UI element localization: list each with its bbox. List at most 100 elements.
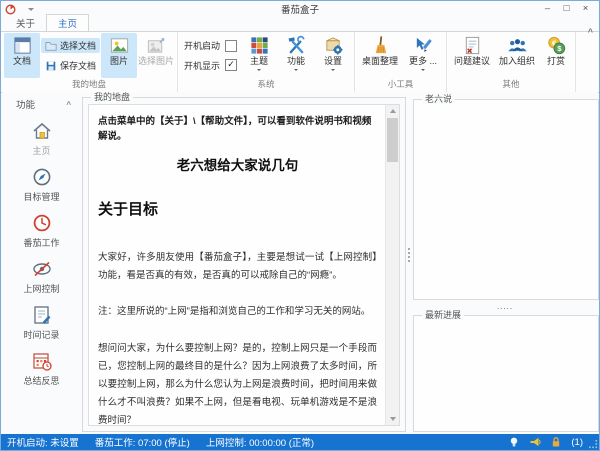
status-bar: 开机启动: 未设置 番茄工作: 07:00 (停止) 上网控制: 00:00:0…	[1, 434, 599, 450]
people-group-icon	[507, 35, 528, 56]
paragraph: 想问问大家，为什么要控制上网？是的，控制上网只是一个手段而已，您控制上网的最终目…	[98, 340, 377, 425]
document-view[interactable]: 点击菜单中的【关于】\【帮助文件】，可以看到软件说明书和视频解说。 老六想给大家…	[88, 104, 400, 426]
work-area: 功能 ^ 主页 目标管理	[2, 92, 598, 434]
show-on-boot-row: 开机显示	[184, 59, 237, 72]
window-title: 番茄盒子	[1, 2, 599, 16]
home-icon	[31, 120, 53, 142]
ribbon-group-my-disk: 文档 选择文档 保存文档	[1, 32, 178, 92]
tab-home[interactable]: 主页	[46, 14, 89, 31]
select-document-button[interactable]: 选择文档	[41, 38, 100, 53]
feedback-doc-icon	[462, 35, 483, 56]
document-button[interactable]: 文档	[4, 33, 40, 78]
minimize-button[interactable]: –	[538, 2, 557, 16]
sidebar-item-pomodoro[interactable]: 番茄工作	[2, 207, 81, 253]
close-button[interactable]: ×	[576, 2, 595, 16]
megaphone-icon[interactable]	[529, 436, 541, 448]
broom-icon	[370, 35, 391, 56]
more-button[interactable]: 更多 ...	[403, 33, 443, 78]
theme-icon	[249, 35, 270, 56]
lightbulb-icon[interactable]	[508, 436, 520, 448]
section-heading: 关于目标	[98, 198, 377, 219]
resize-grip[interactable]	[589, 440, 598, 449]
lock-count: (1)	[571, 437, 583, 448]
help-hint-text: 点击菜单中的【关于】\【帮助文件】，可以看到软件说明书和视频解说。	[98, 114, 377, 144]
group-label-other: 其他	[450, 78, 572, 92]
document-content: 点击菜单中的【关于】\【帮助文件】，可以看到软件说明书和视频解说。 老六想给大家…	[89, 105, 386, 425]
sidebar-item-review[interactable]: 总结反思	[2, 345, 81, 391]
status-icons: (1)	[508, 436, 593, 448]
save-document-button[interactable]: 保存文档	[41, 58, 100, 73]
vertical-scrollbar[interactable]	[385, 105, 399, 425]
laoliu-panel-label: 老六说	[422, 94, 455, 104]
eye-slash-icon	[31, 258, 53, 280]
vertical-splitter[interactable]	[406, 242, 411, 268]
boot-checkboxes: 开机启动 开机显示	[181, 33, 240, 78]
paragraph: 注：这里所说的“上网”是指和浏览自己的工作和学习无关的网站。	[98, 303, 377, 321]
lock-icon[interactable]	[550, 436, 562, 448]
feedback-button[interactable]: 问题建议	[450, 33, 494, 78]
group-label-system: 系统	[181, 78, 351, 92]
sidebar-item-net-control[interactable]: 上网控制	[2, 253, 81, 299]
ribbon-group-system: 开机启动 开机显示 主题	[178, 32, 355, 92]
ribbon: 文档 选择文档 保存文档	[1, 31, 599, 93]
ribbon-tabs: 关于 主页 ^	[1, 17, 599, 31]
theme-dropdown-icon	[257, 69, 261, 73]
notes-pencil-icon	[31, 304, 53, 326]
select-image-icon	[146, 35, 167, 56]
function-button[interactable]: 功能	[278, 33, 314, 78]
tomato-clock-icon	[31, 212, 53, 234]
sidebar-header[interactable]: 功能 ^	[2, 92, 81, 115]
app-logo-icon	[5, 4, 16, 15]
sidebar-collapse-icon[interactable]: ^	[66, 100, 71, 109]
progress-panel-label: 最新进展	[422, 310, 464, 320]
show-on-boot-checkbox[interactable]	[225, 59, 237, 71]
doc-small-buttons: 选择文档 保存文档	[41, 33, 100, 78]
sidebar-item-goals[interactable]: 目标管理	[2, 161, 81, 207]
join-org-button[interactable]: 加入组织	[495, 33, 539, 78]
image-icon	[109, 35, 130, 56]
compass-icon	[31, 166, 53, 188]
settings-icon	[323, 35, 344, 56]
paragraph: 大家好，许多朋友使用【番茄盒子】，主要是想试一试【上网控制】功能，看是否真的有效…	[98, 249, 377, 285]
function-dropdown-icon	[294, 69, 298, 73]
folder-icon	[45, 40, 57, 52]
scroll-up-icon[interactable]	[386, 105, 399, 117]
image-button[interactable]: 图片	[101, 33, 137, 78]
status-net-control: 上网控制: 00:00:00 (正常)	[206, 435, 314, 449]
status-tomato-work: 番茄工作: 07:00 (停止)	[95, 435, 190, 449]
collapse-ribbon-icon[interactable]: ^	[588, 27, 593, 37]
scrollbar-thumb[interactable]	[387, 118, 398, 162]
more-dropdown-icon	[421, 69, 425, 73]
status-autostart: 开机启动: 未设置	[7, 435, 79, 449]
save-icon	[45, 60, 57, 72]
desktop-organize-button[interactable]: 桌面整理	[358, 33, 402, 78]
reward-button[interactable]: € $ 打赏	[540, 33, 572, 78]
document-icon	[12, 35, 33, 56]
tools-icon	[286, 35, 307, 56]
autostart-checkbox[interactable]	[225, 40, 237, 52]
progress-panel: 最新进展	[413, 315, 599, 432]
coins-icon: € $	[546, 35, 567, 56]
settings-button[interactable]: 设置	[315, 33, 351, 78]
document-title: 老六想给大家说几句	[98, 154, 377, 174]
select-image-button[interactable]: 选择图片	[138, 33, 174, 78]
title-bar: 番茄盒子 – □ ×	[1, 1, 599, 17]
tab-about[interactable]: 关于	[5, 15, 46, 31]
ribbon-group-tools: 桌面整理 更多 ... 小工具	[355, 32, 447, 92]
group-label-my-disk: 我的地盘	[4, 78, 174, 92]
maximize-button[interactable]: □	[557, 2, 576, 16]
theme-button[interactable]: 主题	[241, 33, 277, 78]
my-disk-panel-label: 我的地盘	[91, 92, 133, 102]
app-window: 番茄盒子 – □ × 关于 主页 ^ 文档	[0, 0, 600, 451]
laoliu-panel: 老六说	[413, 99, 599, 300]
scroll-down-icon[interactable]	[386, 413, 399, 425]
sidebar: 功能 ^ 主页 目标管理	[2, 92, 81, 434]
svg-text:$: $	[557, 44, 562, 53]
sidebar-item-time-log[interactable]: 时间记录	[2, 299, 81, 345]
group-label-tools: 小工具	[358, 78, 443, 92]
settings-dropdown-icon	[331, 69, 335, 73]
autostart-row: 开机启动	[184, 39, 237, 52]
sidebar-item-home[interactable]: 主页	[2, 115, 81, 161]
quick-access-dropdown-icon[interactable]	[28, 8, 34, 14]
calendar-clock-icon	[31, 350, 53, 372]
